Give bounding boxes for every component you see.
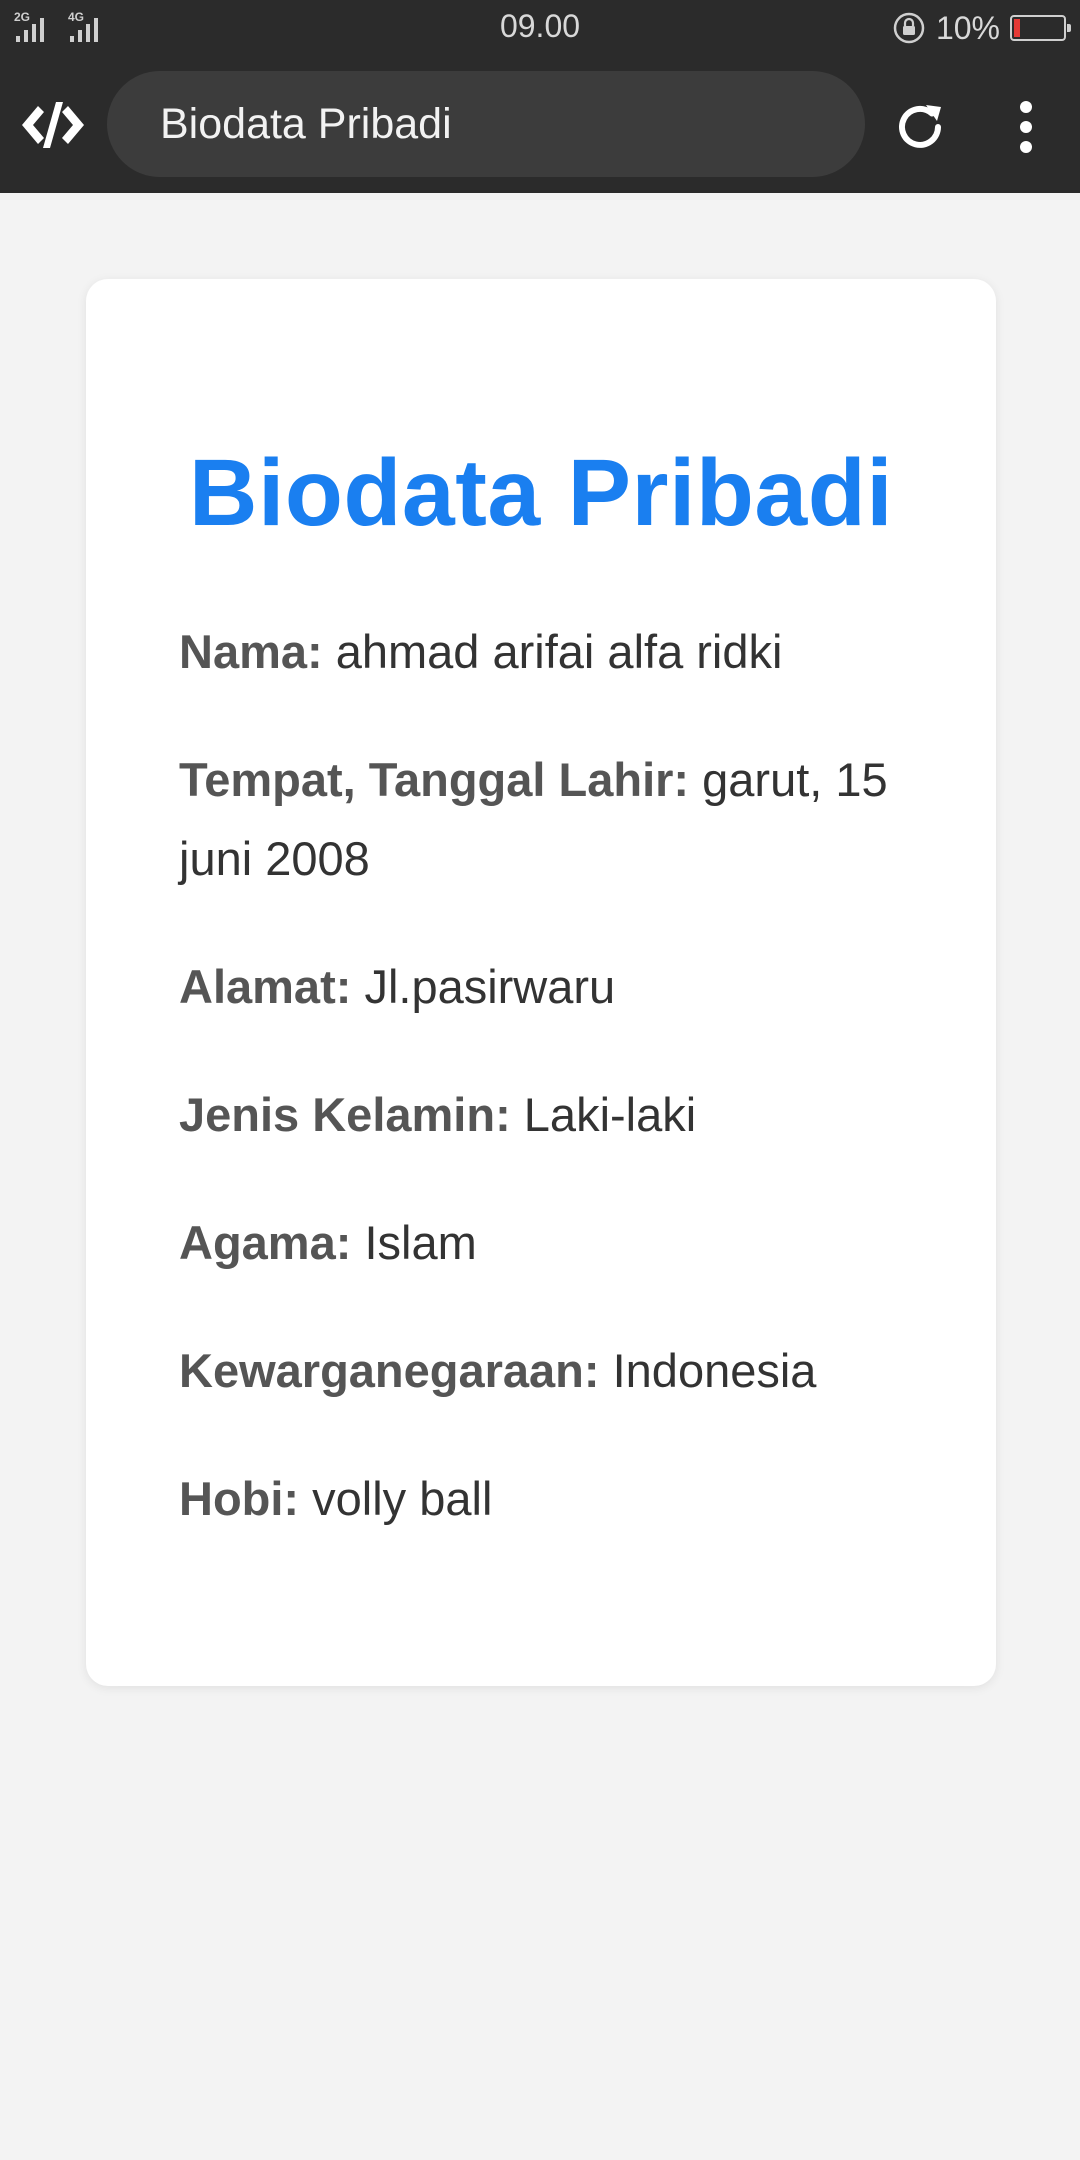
lock-rotation-icon <box>893 12 925 44</box>
field-hobi: Hobi: volly ball <box>179 1459 924 1538</box>
field-label: Jenis Kelamin: <box>179 1088 511 1141</box>
battery-icon <box>1010 15 1071 41</box>
field-value: Islam <box>364 1216 477 1269</box>
browser-toolbar: Biodata Pribadi <box>0 56 1080 193</box>
status-right: 10% <box>892 8 1071 48</box>
field-value: ahmad arifai alfa ridki <box>335 625 783 678</box>
field-jenis-kelamin: Jenis Kelamin: Laki-laki <box>179 1075 924 1154</box>
field-value: Indonesia <box>612 1344 817 1397</box>
field-value: volly ball <box>312 1472 493 1525</box>
battery-percent: 10% <box>935 9 1000 46</box>
page-title: Biodata Pribadi <box>188 440 894 546</box>
field-value: Laki-laki <box>523 1088 697 1141</box>
field-label: Hobi: <box>179 1472 300 1525</box>
biodata-card: Biodata Pribadi Nama: ahmad arifai alfa … <box>86 279 996 1686</box>
field-label: Nama: <box>179 625 323 678</box>
field-value: Jl.pasirwaru <box>364 960 616 1013</box>
battery-level <box>1014 19 1020 37</box>
field-tempat-tanggal-lahir: Tempat, Tanggal Lahir: garut, 15 juni 20… <box>179 740 924 898</box>
field-alamat: Alamat: Jl.pasirwaru <box>179 947 924 1026</box>
more-vert-icon[interactable] <box>1006 97 1046 157</box>
field-nama: Nama: ahmad arifai alfa ridki <box>179 612 924 691</box>
status-bar: 2G 4G 09.00 10% <box>0 0 1080 56</box>
field-agama: Agama: Islam <box>179 1203 924 1282</box>
app-logo-icon[interactable] <box>20 100 86 150</box>
reload-icon[interactable] <box>892 99 948 155</box>
url-bar[interactable]: Biodata Pribadi <box>107 71 865 177</box>
field-label: Tempat, Tanggal Lahir: <box>179 753 690 806</box>
url-title: Biodata Pribadi <box>160 100 452 148</box>
field-label: Kewarganegaraan: <box>179 1344 600 1397</box>
field-label: Alamat: <box>179 960 352 1013</box>
field-kewarganegaraan: Kewarganegaraan: Indonesia <box>179 1331 924 1410</box>
field-label: Agama: <box>179 1216 352 1269</box>
